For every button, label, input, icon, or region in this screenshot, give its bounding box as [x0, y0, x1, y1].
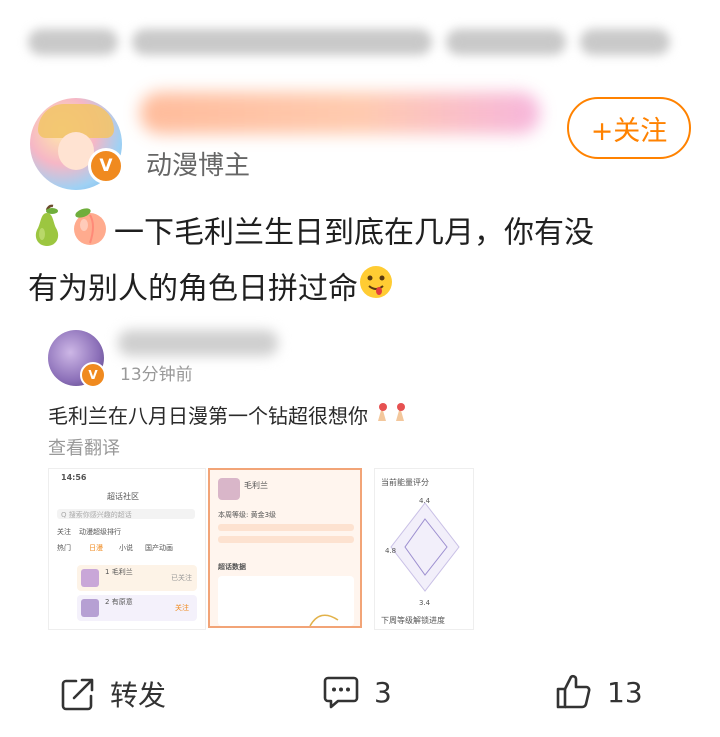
shot3-title: 当前能量评分	[381, 478, 429, 487]
comment-button[interactable]: 3	[322, 674, 392, 710]
thumbs-up-icon	[555, 674, 593, 710]
post-text: 一下毛利兰生日到底在几月，你有没 有为别人的角色日拼过命	[28, 204, 698, 316]
pear-emoji	[28, 204, 66, 264]
shot3-value: 4.4	[419, 497, 431, 505]
shot1-status-time: 14:56	[61, 473, 87, 482]
shot1-search: Q 搜索你感兴趣的超话	[61, 511, 132, 519]
shot1-tab: 动漫超级排行	[79, 528, 121, 536]
shot1-tab: 小说	[119, 544, 133, 552]
comment-icon	[322, 674, 360, 710]
shot3-footer: 下周等级解锁进度	[381, 616, 445, 625]
follow-button[interactable]: +关注	[567, 97, 691, 159]
author-role: 动漫博主	[146, 151, 251, 181]
like-count: 13	[607, 675, 643, 709]
shot1-tab: 热门	[57, 544, 71, 552]
post-text-line2: 有为别人的角色日拼过命	[28, 271, 358, 307]
quoted-post-text-body: 毛利兰在八月日漫第一个钻超很想你	[48, 404, 368, 428]
shot1-row2-action[interactable]: 关注	[175, 603, 189, 613]
repost-label: 转发	[110, 679, 167, 712]
screenshot-image-1[interactable]: 14:56 超话社区 Q 搜索你感兴趣的超话 关注 动漫超级排行 热门 日漫 小…	[48, 468, 206, 630]
shot1-row1-action[interactable]: 已关注	[171, 573, 192, 583]
shot1-row2: 2 有原意	[105, 598, 133, 606]
shot3-value: 3.4	[419, 599, 431, 607]
shot1-row1: 1 毛利兰	[105, 568, 133, 576]
quoted-verified-badge: V	[80, 362, 106, 388]
quoted-author-name-blurred[interactable]	[118, 330, 278, 356]
verified-badge: V	[88, 148, 124, 184]
shot2-level: 本周等级: 黄金3级	[218, 511, 277, 519]
author-name-blurred[interactable]	[140, 92, 540, 134]
quoted-post-text: 毛利兰在八月日漫第一个钻超很想你	[48, 400, 412, 429]
peach-emoji	[70, 205, 110, 263]
quoted-post-images[interactable]: 14:56 超话社区 Q 搜索你感兴趣的超话 关注 动漫超级排行 热门 日漫 小…	[48, 468, 474, 630]
shot1-title: 超话社区	[107, 492, 139, 501]
share-icon	[60, 676, 96, 712]
post-text-line1: 一下毛利兰生日到底在几月，你有没	[114, 215, 594, 251]
comment-count: 3	[374, 675, 392, 709]
shot3-value: 4.8	[385, 547, 397, 555]
blurred-header-bar	[28, 18, 688, 66]
quoted-post-time: 13分钟前	[120, 365, 193, 385]
quoted-post[interactable]: V 13分钟前 毛利兰在八月日漫第一个钻超很想你 查看翻译 14:56 超话社区…	[0, 308, 720, 630]
screenshot-image-3[interactable]: 当前能量评分 4.4 4.8 3.4 下周等级解锁进度	[374, 468, 474, 630]
like-button[interactable]: 13	[555, 674, 643, 710]
shot1-tab: 关注	[57, 528, 71, 536]
shot1-tab: 日漫	[89, 544, 103, 552]
action-bar: 转发 3 13	[0, 660, 720, 726]
finger-heart-emoji	[374, 403, 412, 428]
screenshot-image-2[interactable]: 毛利兰 本周等级: 黄金3级 超话数据	[208, 468, 362, 628]
shot1-tab: 国产动画	[145, 544, 173, 552]
shot2-name: 毛利兰	[244, 481, 268, 490]
repost-button[interactable]: 转发	[60, 674, 166, 714]
translate-link[interactable]: 查看翻译	[48, 434, 120, 460]
shot2-section: 超话数据	[218, 563, 246, 571]
